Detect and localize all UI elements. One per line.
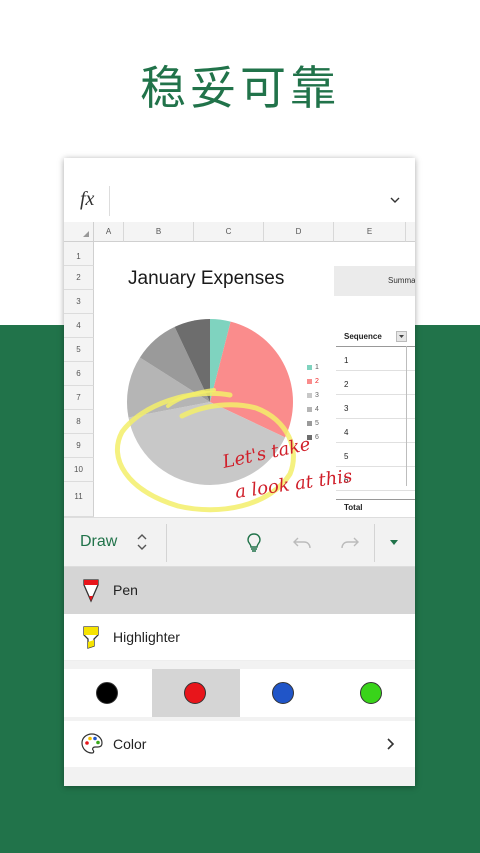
highlighter-tool-option[interactable]: Highlighter [64,614,415,661]
swatch-blue-dot [272,682,294,704]
color-option[interactable]: Color [64,721,415,767]
fx-label: fx [80,188,95,210]
highlighter-icon [83,626,99,649]
palette-icon [81,733,103,754]
promo-headline: 稳妥可靠 [140,61,340,115]
caret-down-icon[interactable] [388,538,400,548]
lightbulb-icon[interactable] [246,532,262,554]
spreadsheet-grid[interactable]: A B C D E 1 2 3 4 5 6 7 8 9 10 11 Januar… [64,222,415,517]
swatch-red-dot [184,682,206,704]
pen-tool-option[interactable]: Pen [64,567,415,614]
ribbon-toolbar: Draw [64,517,415,567]
chevron-down-icon[interactable] [389,194,401,206]
formula-bar[interactable]: fx [64,158,415,223]
color-label: Color [113,736,147,752]
toolbar-divider [166,524,167,562]
swatch-black-dot [96,682,118,704]
swatch-red[interactable] [152,669,240,717]
pen-label: Pen [113,582,138,598]
swatch-black[interactable] [64,669,152,717]
updown-chevron-icon[interactable] [136,530,148,554]
swatch-blue[interactable] [240,669,328,717]
ink-annotation-layer[interactable]: Let's take a look at this [64,222,415,517]
redo-icon[interactable] [340,532,360,552]
chevron-right-icon [387,738,395,750]
swatch-green[interactable] [328,669,415,717]
highlighter-label: Highlighter [113,629,180,645]
color-swatch-row [64,669,415,717]
pen-icon [83,579,99,603]
ink-text-line1: Let's take [220,434,313,473]
section-gap [64,661,415,669]
toolbar-divider [374,524,375,562]
formula-divider [109,186,110,216]
ribbon-tab-selector[interactable]: Draw [80,533,117,551]
undo-icon[interactable] [292,532,312,552]
section-gap [64,767,415,786]
excel-app-window: fx A B C D E 1 2 3 4 5 6 7 8 9 10 11 Jan… [64,158,415,786]
swatch-green-dot [360,682,382,704]
